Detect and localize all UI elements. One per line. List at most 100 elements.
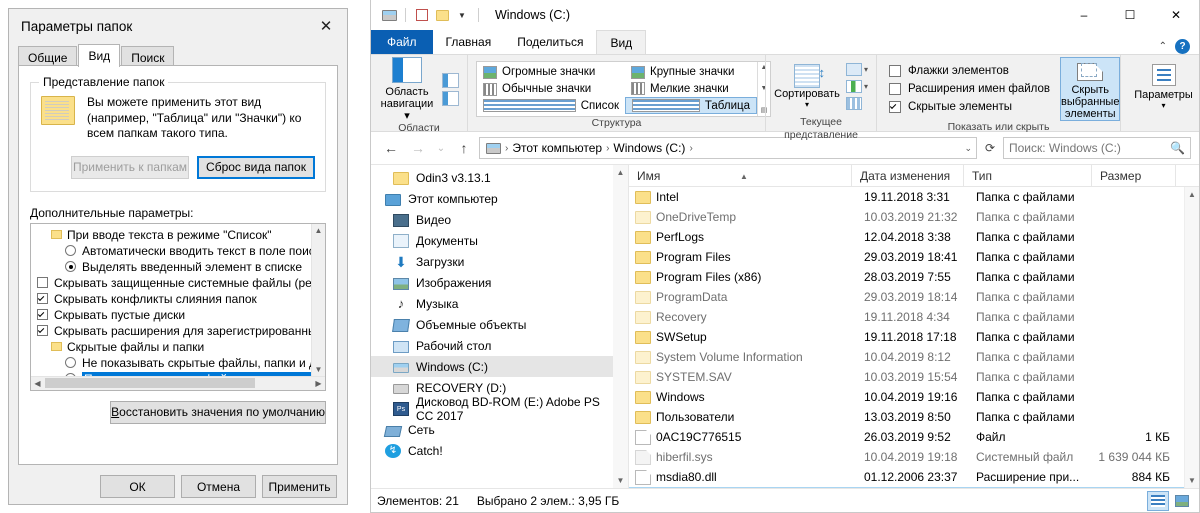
advanced-option-row[interactable]: Выделять введенный элемент в списке [31, 259, 311, 275]
size-columns-button[interactable] [846, 97, 868, 110]
gallery-item-extra-large-icons[interactable]: Огромные значки [477, 64, 625, 81]
maximize-button[interactable]: ☐ [1107, 0, 1153, 30]
up-button[interactable]: ↑ [452, 136, 476, 160]
nav-item-8[interactable]: Рабочий стол [371, 335, 613, 356]
scroll-left-icon[interactable]: ◀ [31, 379, 44, 388]
sort-dropdown-icon[interactable]: ▾ [805, 100, 809, 109]
gallery-item-medium-icons[interactable]: Обычные значки [477, 81, 625, 98]
cancel-button[interactable]: Отмена [181, 475, 256, 498]
search-input[interactable]: Поиск: Windows (C:) 🔍 [1003, 137, 1191, 159]
file-scroll-down-icon[interactable]: ▼ [1188, 476, 1196, 485]
listbox-horizontal-scrollbar[interactable]: ◀ ▶ [31, 375, 325, 390]
nav-item-9[interactable]: Windows (C:) [371, 356, 613, 377]
apply-button[interactable]: Применить [262, 475, 337, 498]
close-icon[interactable]: ✕ [309, 11, 343, 41]
nav-item-4[interactable]: ⬇ Загрузки [371, 251, 613, 272]
advanced-option-row[interactable]: Скрывать конфликты слияния папок [31, 291, 311, 307]
back-button[interactable]: ← [379, 136, 403, 160]
advanced-option-row[interactable]: Не показывать скрытые файлы, папки и дис… [31, 355, 311, 371]
advanced-option-row[interactable]: Скрывать защищенные системные файлы (рек… [31, 275, 311, 291]
gallery-item-list[interactable]: Список [477, 97, 625, 114]
nav-item-5[interactable]: Изображения [371, 272, 613, 293]
nav-scroll-up-icon[interactable]: ▲ [617, 168, 625, 177]
refresh-icon[interactable]: ⟳ [980, 141, 1000, 155]
gallery-item-details[interactable]: Таблица [625, 97, 757, 114]
breadcrumb-item-windows-c[interactable]: Windows (C:) [613, 141, 685, 155]
column-header-type[interactable]: Тип [963, 165, 1091, 187]
nav-item-6[interactable]: ♪ Музыка [371, 293, 613, 314]
group-by-button[interactable]: ▾ [846, 80, 868, 93]
recent-locations-button[interactable]: ⌄ [433, 136, 449, 160]
option-checkbox[interactable] [37, 309, 48, 320]
table-row[interactable]: SYSTEM.SAV 10.03.2019 15:54 Папка с файлам… [629, 367, 1184, 387]
minimize-button[interactable]: – [1061, 0, 1107, 30]
nav-item-0[interactable]: Odin3 v3.13.1 [371, 167, 613, 188]
tab-file[interactable]: Файл [371, 30, 433, 54]
advanced-option-row[interactable]: Скрытые файлы и папки [31, 339, 311, 355]
nav-item-11[interactable]: Ps Дисковод BD-ROM (E:) Adobe PS CC 2017 [371, 395, 613, 423]
column-header-date[interactable]: Дата изменения [851, 165, 963, 187]
tab-poisk[interactable]: Поиск [121, 46, 175, 67]
tab-home[interactable]: Главная [433, 30, 505, 54]
advanced-option-row[interactable]: При вводе текста в режиме "Список" [31, 227, 311, 243]
nav-item-1[interactable]: Этот компьютер [371, 188, 613, 209]
option-radio[interactable] [65, 245, 76, 256]
navigation-pane-button[interactable]: Область навигации ▾ [379, 57, 435, 122]
preview-pane-icon[interactable] [442, 73, 459, 88]
nav-scroll-down-icon[interactable]: ▼ [617, 476, 625, 485]
table-row[interactable]: Recovery 19.11.2018 4:34 Папка с файлами [629, 307, 1184, 327]
table-row[interactable]: Windows 10.04.2019 19:16 Папка с файлами [629, 387, 1184, 407]
navigation-pane-scrollbar[interactable]: ▲ ▼ [613, 165, 628, 488]
advanced-option-row[interactable]: Скрывать расширения для зарегистрированн… [31, 323, 311, 339]
chevron-down-icon[interactable]: ⌄ [964, 143, 972, 154]
hide-selected-items-button[interactable]: Скрыть выбранные элементы [1060, 57, 1121, 121]
advanced-option-row[interactable]: Автоматически вводить текст в поле поиск… [31, 243, 311, 259]
table-row[interactable]: ProgramData 29.03.2019 18:14 Папка с файла… [629, 287, 1184, 307]
option-checkbox[interactable] [37, 293, 48, 304]
restore-defaults-button[interactable]: Восстановить значения по умолчанию [110, 400, 326, 424]
nav-item-2[interactable]: Видео [371, 209, 613, 230]
option-radio[interactable] [65, 261, 76, 272]
gallery-item-small-icons[interactable]: Мелкие значки [625, 81, 757, 98]
option-checkbox[interactable] [37, 325, 48, 336]
scroll-right-icon[interactable]: ▶ [312, 379, 325, 388]
sort-by-button[interactable]: Сортировать ▾ [774, 64, 840, 109]
nav-item-13[interactable]: ↯ Catch! [371, 440, 613, 461]
apply-to-folders-button[interactable]: Применить к папкам [71, 155, 189, 179]
hidden-items-option[interactable]: Скрытые элементы [889, 101, 1050, 113]
item-checkboxes-checkbox[interactable] [889, 65, 902, 77]
close-button[interactable]: ✕ [1153, 0, 1199, 30]
chevron-up-icon[interactable]: ⌃ [1159, 41, 1167, 52]
table-row[interactable]: OneDriveTemp 10.03.2019 21:32 Папка с файл… [629, 207, 1184, 227]
tab-obshchie[interactable]: Общие [18, 46, 78, 67]
tab-vid[interactable]: Вид [78, 44, 121, 67]
hidden-items-checkbox[interactable] [889, 101, 902, 113]
table-row[interactable]: hiberfil.sys 10.04.2019 19:18 Системный фа… [629, 447, 1184, 467]
option-radio[interactable] [65, 357, 76, 368]
table-row[interactable]: System Volume Information 10.04.2019 8:12… [629, 347, 1184, 367]
options-button[interactable]: Параметры ▾ [1129, 63, 1198, 110]
table-row[interactable]: Program Files (x86) 28.03.2019 7:55 Папка … [629, 267, 1184, 287]
gallery-item-large-icons[interactable]: Крупные значки [625, 64, 757, 81]
large-icons-view-button[interactable] [1171, 491, 1193, 511]
table-row[interactable]: PerfLogs 12.04.2018 3:38 Папка с файлами [629, 227, 1184, 247]
file-extensions-option[interactable]: Расширения имен файлов [889, 83, 1050, 95]
breadcrumb[interactable]: › Этот компьютер › Windows (C:) › ⌄ [479, 137, 977, 159]
file-scroll-up-icon[interactable]: ▲ [1188, 190, 1196, 199]
item-checkboxes-option[interactable]: Флажки элементов [889, 65, 1050, 77]
advanced-settings-listbox[interactable]: При вводе текста в режиме "Список" Автома… [30, 222, 326, 391]
advanced-option-row[interactable]: Скрывать пустые диски [31, 307, 311, 323]
new-folder-icon[interactable] [432, 5, 452, 25]
option-checkbox[interactable] [37, 277, 48, 288]
properties-icon[interactable] [412, 5, 432, 25]
help-icon[interactable]: ? [1175, 39, 1190, 54]
column-header-size[interactable]: Размер [1091, 165, 1175, 187]
nav-item-7[interactable]: Объемные объекты [371, 314, 613, 335]
table-row[interactable]: SWSetup 19.11.2018 17:18 Папка с файлами [629, 327, 1184, 347]
column-header-name[interactable]: ▲ Имя [629, 165, 851, 187]
table-row[interactable]: 0AC19C776515 26.03.2019 9:52 Файл 1 КБ [629, 427, 1184, 447]
tab-share[interactable]: Поделиться [504, 30, 596, 54]
file-extensions-checkbox[interactable] [889, 83, 902, 95]
customize-dropdown-icon[interactable]: ▼ [452, 5, 472, 25]
file-list-scrollbar[interactable]: ▲ ▼ [1184, 187, 1199, 488]
